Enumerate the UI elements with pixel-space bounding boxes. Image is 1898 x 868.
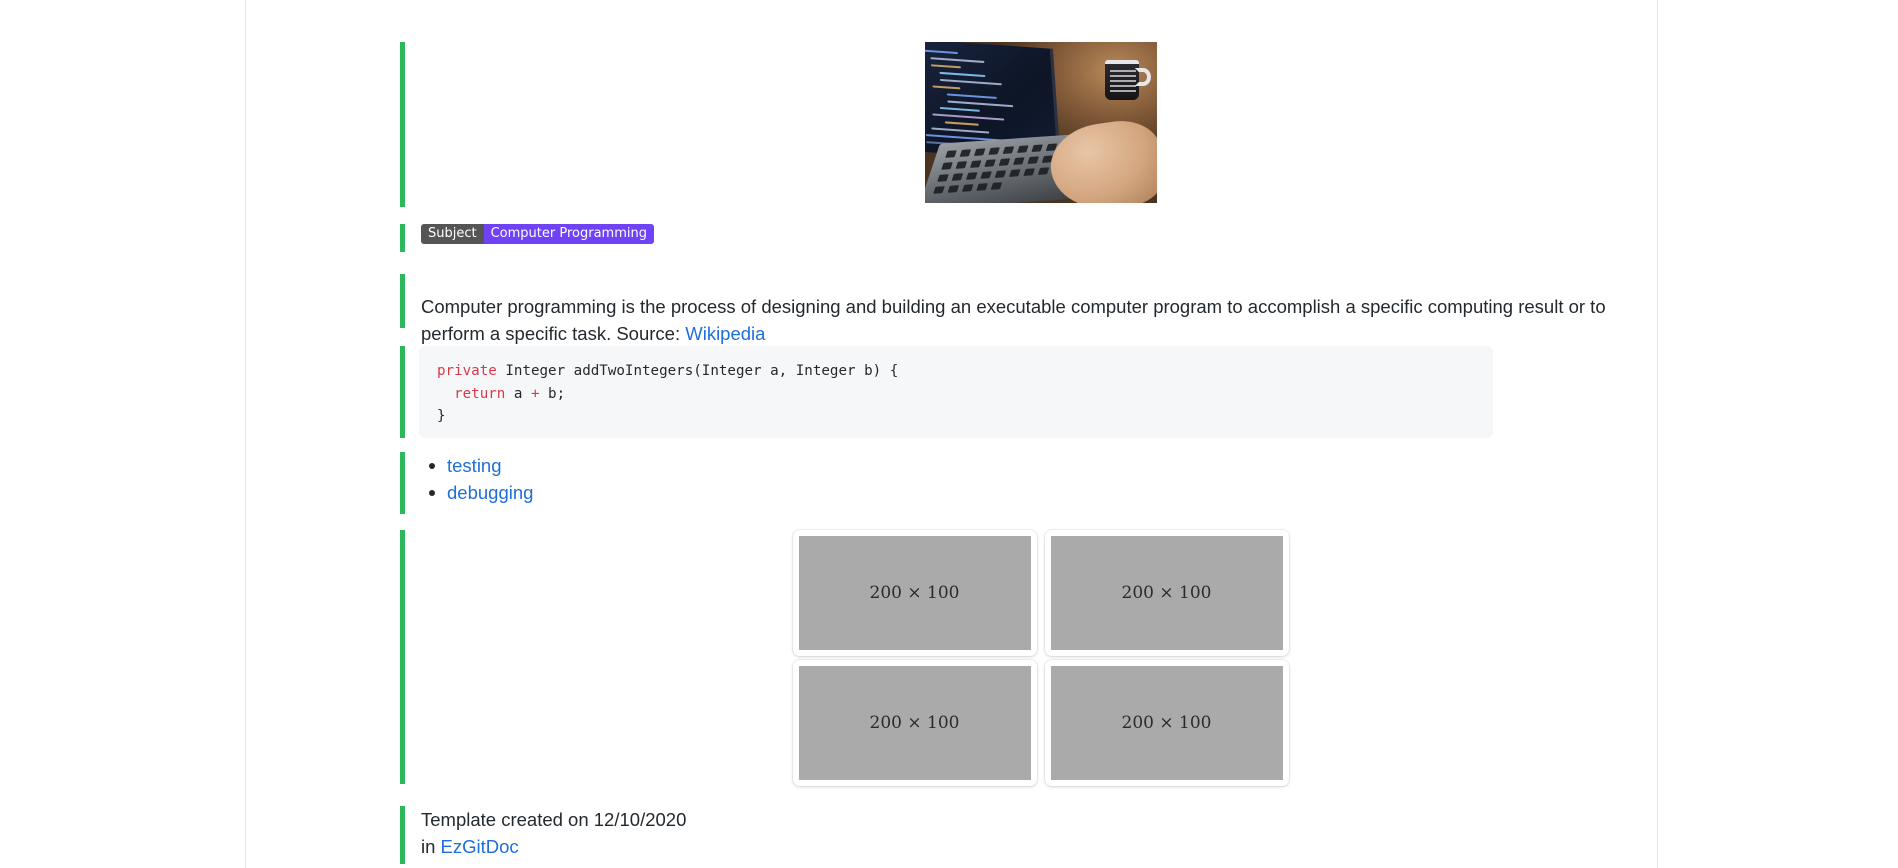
placeholder-card[interactable]: 200 × 100 [1044, 660, 1289, 786]
placeholder-image: 200 × 100 [1050, 536, 1283, 650]
badge-label: Subject [421, 224, 484, 244]
status-badge[interactable]: Subject Computer Programming [421, 224, 654, 244]
mug-handle [1134, 68, 1151, 86]
list-item-link-testing[interactable]: testing [447, 455, 502, 476]
code-keyword-return: return [454, 385, 506, 402]
subject-badge-block: Subject Computer Programming [400, 224, 1660, 252]
placeholder-image: 200 × 100 [798, 536, 1031, 650]
code-line3: } [437, 408, 446, 424]
footer-line-1: Template created on 12/10/2020 [421, 809, 687, 830]
document-page: Subject Computer Programming Computer pr… [0, 0, 1898, 868]
placeholder-card[interactable]: 200 × 100 [1044, 530, 1289, 656]
placeholder-card[interactable]: 200 × 100 [792, 530, 1037, 656]
code-sample-block: private Integer addTwoIntegers(Integer a… [400, 346, 1660, 438]
footer-line-2: in EzGitDoc [421, 833, 1660, 860]
ezgitdoc-link[interactable]: EzGitDoc [441, 836, 519, 857]
code-keyword-private: private [437, 363, 497, 379]
code-sample-content: private Integer addTwoIntegers(Integer a… [405, 346, 1660, 438]
hero-image-wrap [421, 42, 1660, 207]
mug-text [1109, 70, 1136, 92]
code-line2-b: b; [539, 385, 566, 402]
code-line2-a: a [505, 385, 531, 402]
description-text: Computer programming is the process of d… [421, 295, 1606, 344]
footer-block: Template created on 12/10/2020 in EzGitD… [400, 806, 1660, 864]
description-block: Computer programming is the process of d… [400, 274, 1660, 344]
laptop-coding-photo [924, 42, 1157, 203]
code-text: private Integer addTwoIntegers(Integer a… [437, 360, 1477, 428]
description-content: Computer programming is the process of d… [405, 274, 1660, 344]
wikipedia-link[interactable]: Wikipedia [685, 323, 765, 344]
code-block[interactable]: private Integer addTwoIntegers(Integer a… [419, 346, 1493, 438]
image-grid-wrap: 200 × 100 200 × 100 200 × 100 200 × 100 [421, 530, 1660, 786]
image-grid-content: 200 × 100 200 × 100 200 × 100 200 × 100 [405, 530, 1660, 786]
placeholder-card[interactable]: 200 × 100 [792, 660, 1037, 786]
footer-prefix: in [421, 836, 441, 857]
footer-content: Template created on 12/10/2020 in EzGitD… [405, 806, 1660, 864]
topics-list-block: testing debugging [400, 452, 1660, 514]
image-grid: 200 × 100 200 × 100 200 × 100 200 × 100 [792, 530, 1289, 786]
hero-image-block [400, 42, 1660, 207]
image-grid-block: 200 × 100 200 × 100 200 × 100 200 × 100 [400, 530, 1660, 786]
topics-list-content: testing debugging [405, 452, 1660, 514]
description-paragraph: Computer programming is the process of d… [421, 293, 1660, 347]
code-line1-rest: Integer addTwoIntegers(Integer a, Intege… [496, 363, 899, 379]
code-line2-indent [437, 386, 454, 402]
list-item: debugging [429, 479, 1660, 506]
list-item: testing [429, 452, 1660, 479]
placeholder-image: 200 × 100 [798, 666, 1031, 780]
code-operator-plus: + [530, 385, 540, 402]
subject-badge-content: Subject Computer Programming [405, 224, 1660, 252]
placeholder-image: 200 × 100 [1050, 666, 1283, 780]
hero-image-content [405, 42, 1660, 207]
badge-value: Computer Programming [483, 224, 654, 244]
topics-list: testing debugging [421, 452, 1660, 506]
document-body: Subject Computer Programming Computer pr… [246, 0, 1657, 868]
list-item-link-debugging[interactable]: debugging [447, 482, 533, 503]
